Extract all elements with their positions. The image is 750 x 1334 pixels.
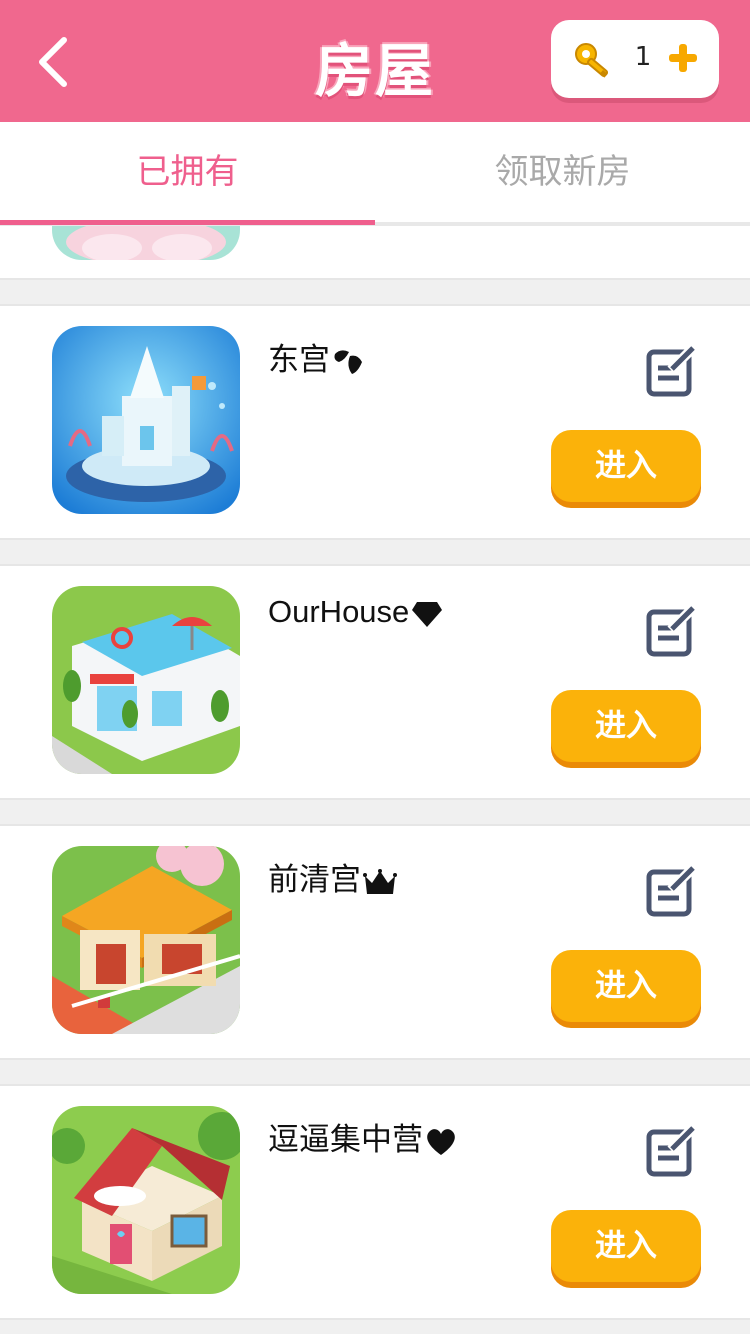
list-item: 东宫 进入: [0, 304, 750, 540]
key-icon: [575, 43, 609, 78]
enter-button[interactable]: 进入: [551, 1210, 701, 1282]
house-thumbnail[interactable]: [52, 1106, 240, 1294]
house-name-text: 前清宫: [268, 862, 361, 897]
house-list[interactable]: 东宫 进入 OurHouse 进入 前清宫 进入 逗逼集中营 进入: [0, 226, 750, 1334]
house-thumbnail[interactable]: [52, 586, 240, 774]
top-bar: 房屋 1: [0, 0, 750, 122]
house-name-text: 逗逼集中营: [268, 1122, 423, 1157]
enter-button[interactable]: 进入: [551, 430, 701, 502]
edit-icon[interactable]: [645, 344, 699, 398]
diamond-icon: [412, 601, 443, 627]
petal-icon: [334, 350, 362, 374]
tab-bar: 已拥有 领取新房: [0, 122, 750, 226]
house-thumbnail[interactable]: [52, 226, 240, 260]
enter-button[interactable]: 进入: [551, 690, 701, 762]
key-counter[interactable]: 1: [551, 20, 719, 98]
chevron-left-icon: [39, 37, 67, 87]
plus-icon[interactable]: [667, 42, 699, 74]
back-button[interactable]: [28, 30, 84, 94]
list-item-partial: [0, 226, 750, 280]
edit-icon[interactable]: [645, 604, 699, 658]
list-item: 逗逼集中营 进入: [0, 1084, 750, 1320]
list-item: 前清宫 进入: [0, 824, 750, 1060]
list-item: OurHouse 进入: [0, 564, 750, 800]
crown-icon: [363, 868, 397, 894]
key-count: 1: [634, 42, 652, 72]
enter-button[interactable]: 进入: [551, 950, 701, 1022]
active-tab-indicator: [0, 220, 375, 225]
house-name-text: OurHouse: [268, 594, 410, 629]
house-name: OurHouse: [268, 594, 443, 630]
edit-icon[interactable]: [645, 1124, 699, 1178]
house-name: 逗逼集中营: [268, 1114, 457, 1159]
tab-owned[interactable]: 已拥有: [0, 122, 375, 222]
house-name: 东宫: [268, 334, 364, 379]
tab-claim-new[interactable]: 领取新房: [375, 122, 750, 222]
house-name: 前清宫: [268, 854, 397, 899]
house-name-text: 东宫: [268, 342, 330, 377]
page-title: 房屋: [314, 37, 435, 105]
heart-icon: [427, 1128, 455, 1155]
house-thumbnail[interactable]: [52, 846, 240, 1034]
edit-icon[interactable]: [645, 864, 699, 918]
house-thumbnail[interactable]: [52, 326, 240, 514]
